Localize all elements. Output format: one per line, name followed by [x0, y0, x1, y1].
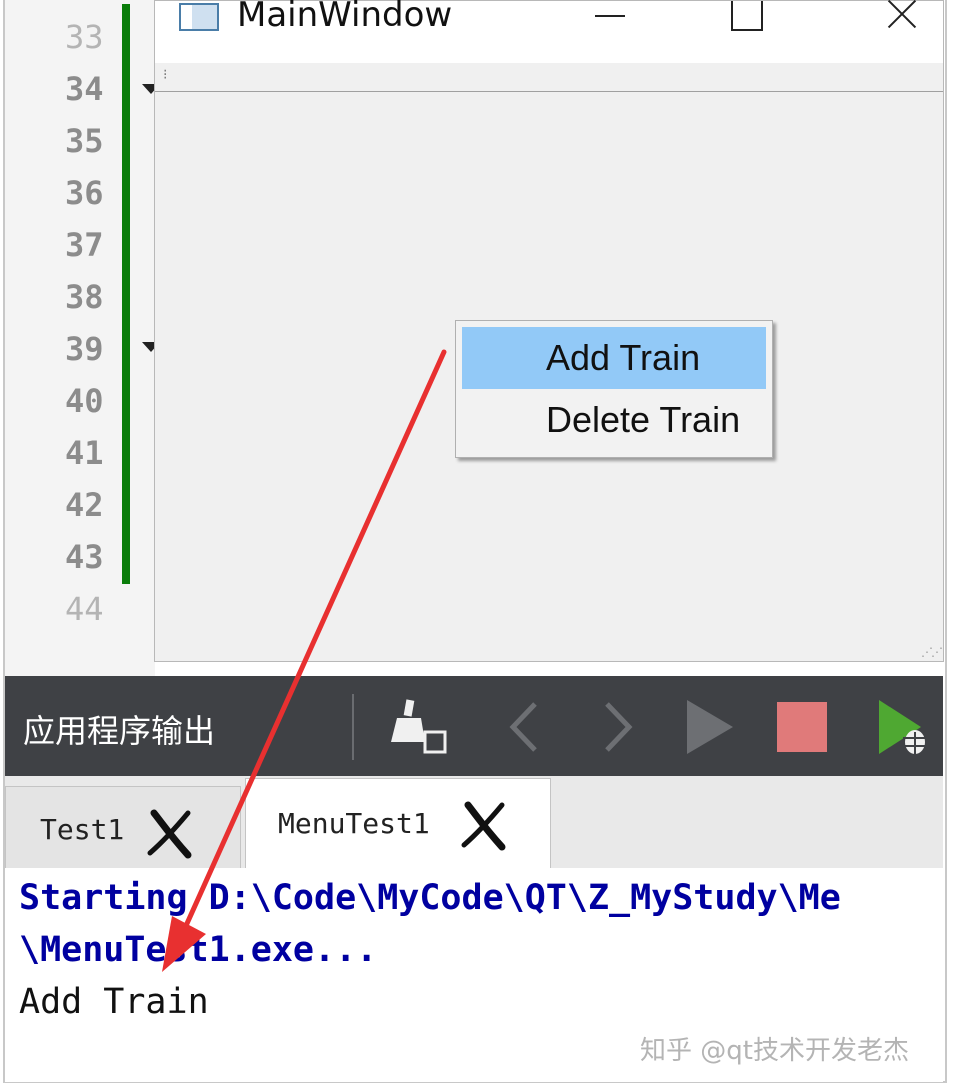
run-icon[interactable] [677, 694, 743, 760]
line-number: 38 [65, 278, 104, 316]
tab-test1[interactable]: Test1 [5, 786, 241, 868]
window-titlebar[interactable]: MainWindow [155, 0, 943, 63]
tab-label: MenuTest1 [278, 807, 430, 840]
output-pane-title: 应用程序输出 [23, 712, 216, 750]
next-item-icon[interactable] [585, 694, 651, 760]
close-tab-icon[interactable] [458, 799, 510, 851]
change-marker-bar [122, 4, 130, 584]
line-number: 41 [65, 434, 104, 472]
tab-menutest1[interactable]: MenuTest1 [245, 778, 551, 868]
close-tab-icon[interactable] [144, 807, 196, 859]
editor-gutter: 33 34 35 36 37 38 39 40 41 42 43 44 [5, 0, 160, 676]
line-number: 43 [65, 538, 104, 576]
menubar-grip-icon: ⁝ [163, 67, 168, 83]
window-app-icon [179, 3, 219, 31]
output-tab-bar: Test1 MenuTest1 [5, 776, 943, 869]
context-menu: Add Train Delete Train [455, 320, 773, 458]
tab-label: Test1 [40, 813, 125, 846]
line-number: 35 [65, 122, 104, 160]
clear-output-icon[interactable] [385, 694, 451, 760]
line-number: 33 [65, 18, 104, 56]
line-number: 37 [65, 226, 104, 264]
maximize-button[interactable] [727, 1, 787, 41]
resize-grip-icon[interactable]: ⋰⋰ [921, 645, 943, 659]
output-toolbar: 应用程序输出 [5, 676, 943, 776]
menu-bar[interactable]: ⁝ [155, 63, 943, 92]
line-number: 36 [65, 174, 104, 212]
output-line: \MenuTest1.exe... [19, 930, 378, 970]
window-title: MainWindow [237, 0, 453, 35]
close-button[interactable] [863, 1, 923, 41]
minimize-button[interactable] [587, 1, 647, 41]
menu-item-label: Add Train [546, 337, 701, 378]
debug-run-icon[interactable] [867, 694, 933, 760]
menu-item-add-train[interactable]: Add Train [462, 327, 766, 389]
line-number: 39 [65, 330, 104, 368]
line-number: 44 [65, 590, 104, 628]
line-number: 42 [65, 486, 104, 524]
previous-item-icon[interactable] [493, 694, 559, 760]
line-number: 40 [65, 382, 104, 420]
menu-item-label: Delete Train [546, 399, 741, 440]
stop-icon[interactable] [771, 694, 837, 760]
toolbar-divider [352, 694, 354, 760]
output-line: Starting D:\Code\MyCode\QT\Z_MyStudy\Me [19, 878, 841, 918]
output-line: Add Train [19, 982, 209, 1022]
line-number: 34 [65, 70, 104, 108]
menu-item-delete-train[interactable]: Delete Train [462, 389, 766, 451]
watermark: 知乎 @qt技术开发老杰 [640, 1036, 909, 1066]
